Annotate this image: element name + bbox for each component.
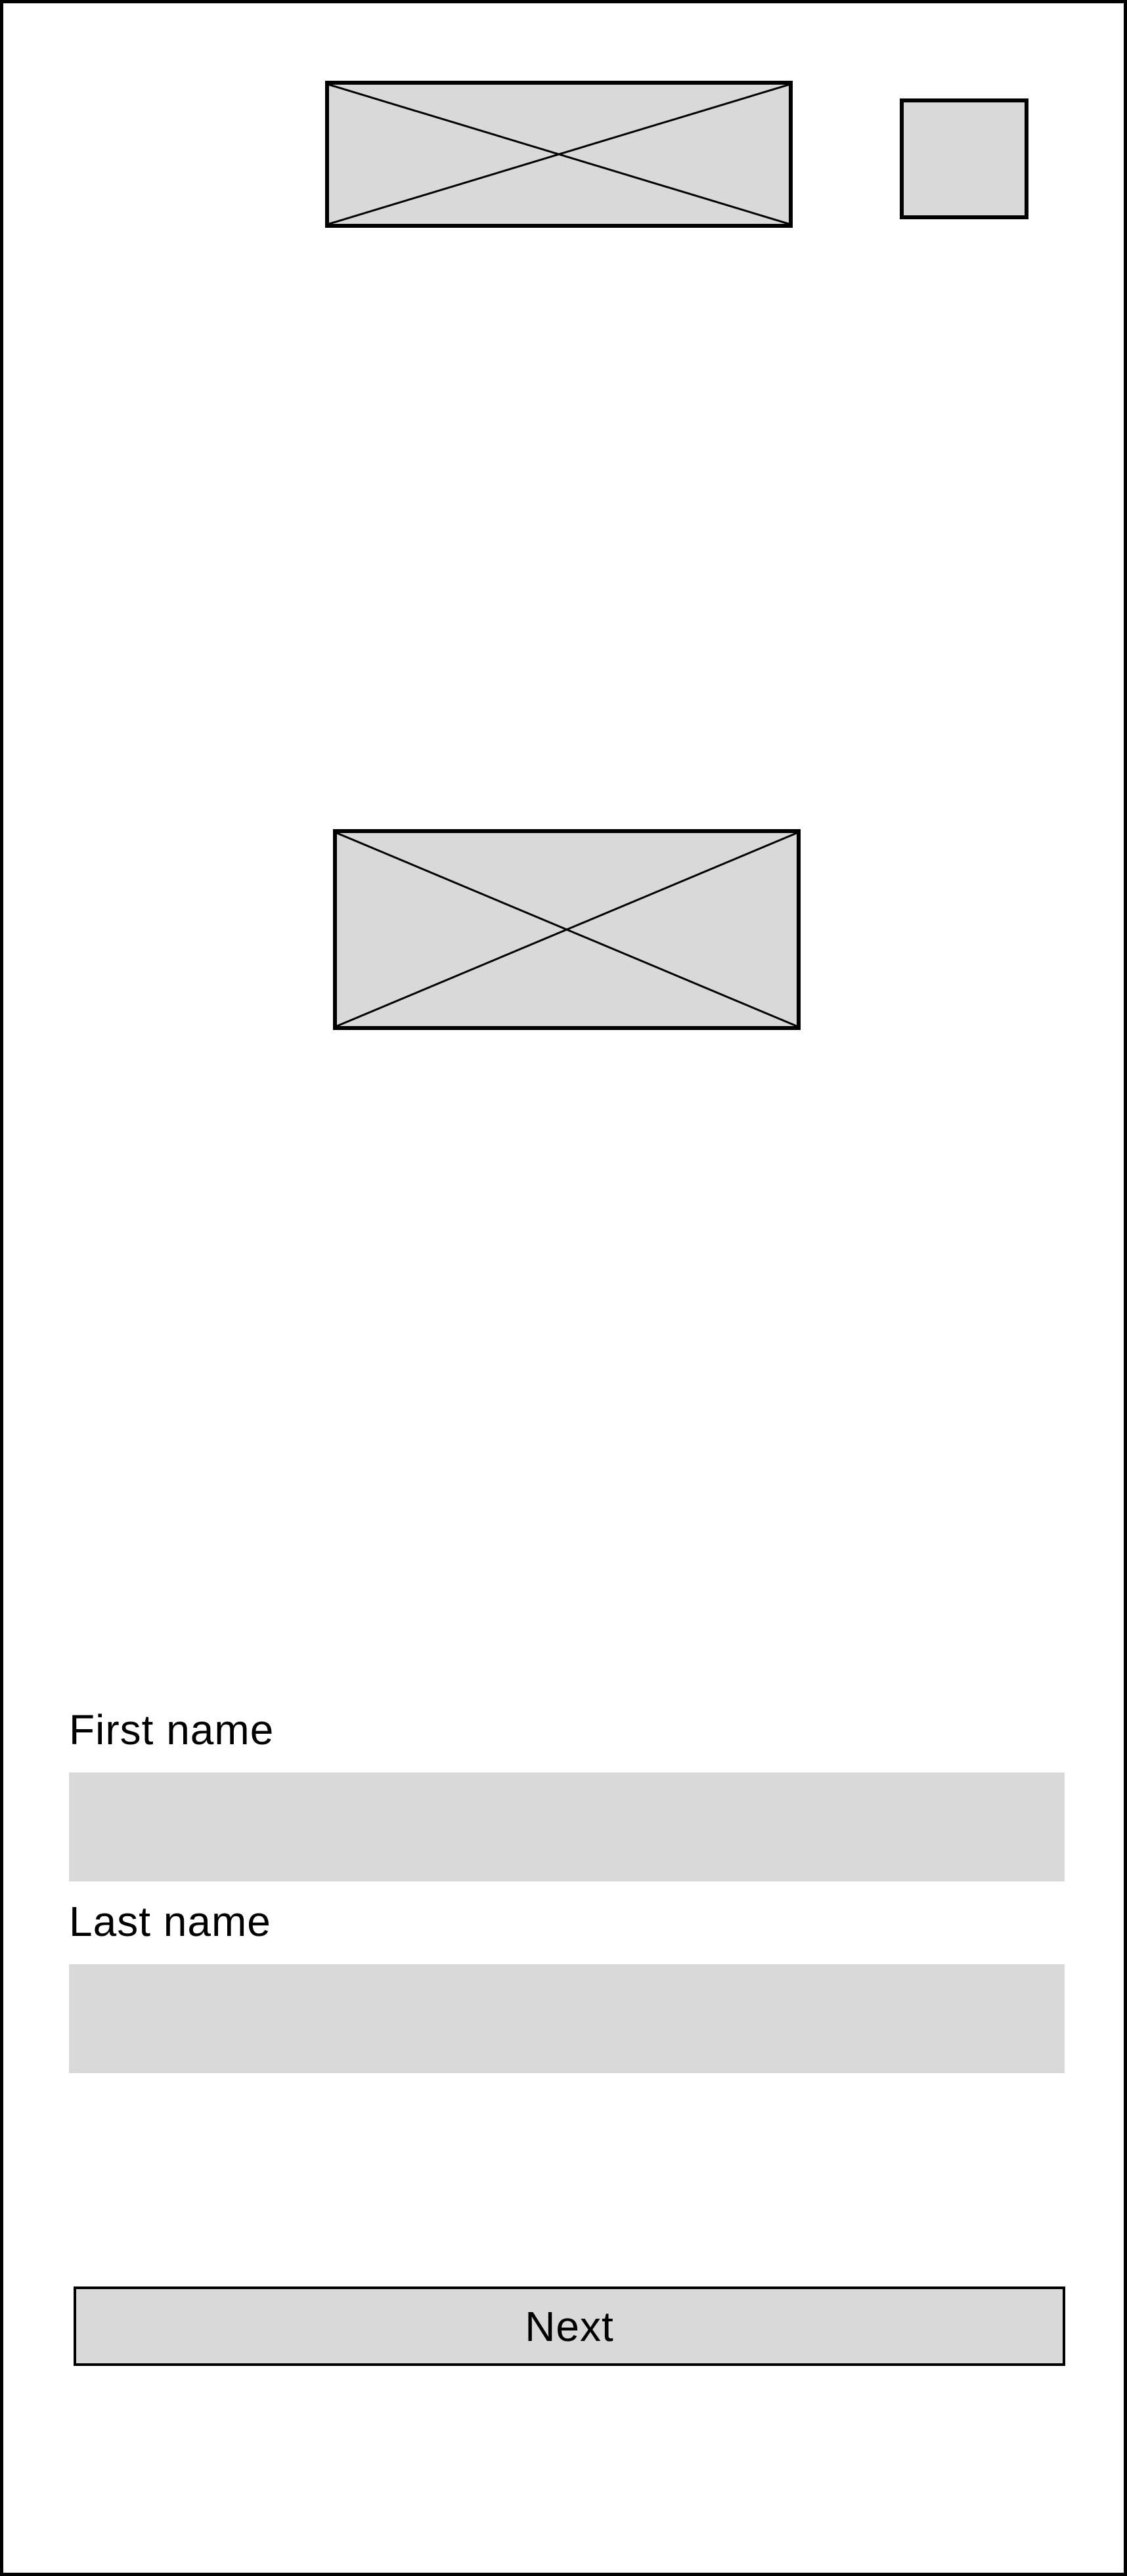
image-placeholder-icon bbox=[337, 833, 797, 1026]
first-name-label: First name bbox=[69, 1706, 275, 1753]
header-image-placeholder bbox=[325, 81, 793, 228]
last-name-input[interactable] bbox=[69, 1964, 1065, 2073]
screen-frame: First name Last name Next bbox=[0, 0, 1127, 2576]
header-square-button[interactable] bbox=[900, 98, 1028, 219]
image-placeholder-icon bbox=[329, 85, 789, 224]
main-image-placeholder bbox=[333, 829, 801, 1030]
last-name-label: Last name bbox=[69, 1898, 271, 1945]
next-button[interactable]: Next bbox=[74, 2286, 1065, 2366]
first-name-input[interactable] bbox=[69, 1772, 1065, 1881]
